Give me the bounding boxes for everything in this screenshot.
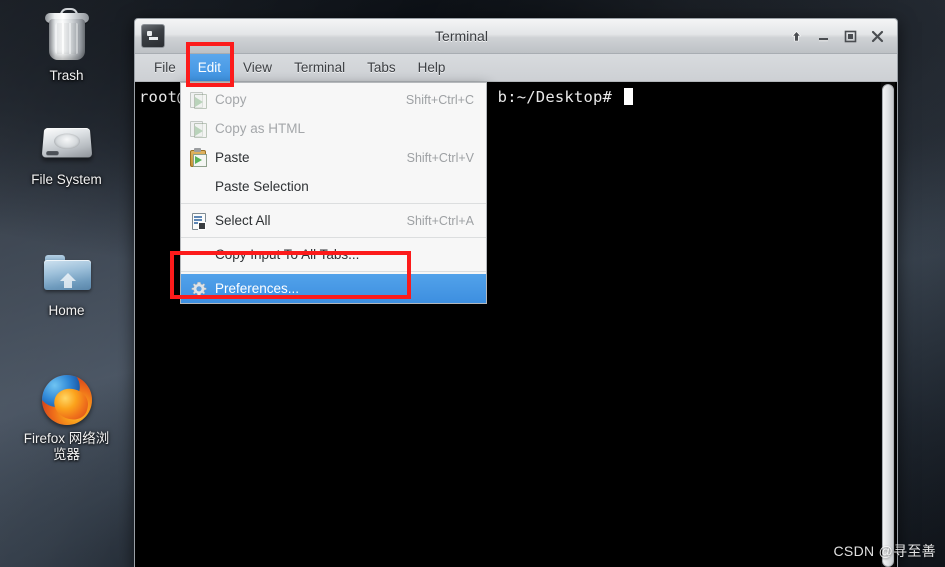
menu-item-select-all[interactable]: Select All Shift+Ctrl+A xyxy=(181,206,486,235)
desktop-icon-label-line2: 览器 xyxy=(53,447,80,462)
terminal-icon xyxy=(141,24,165,48)
terminal-scrollbar[interactable] xyxy=(881,82,895,567)
menu-separator xyxy=(181,203,486,204)
desktop-icon-file-system[interactable]: File System xyxy=(4,110,129,188)
select-all-icon xyxy=(190,212,207,230)
minimize-button[interactable] xyxy=(815,28,832,45)
menu-item-label: Copy Input To All Tabs... xyxy=(215,247,360,262)
desktop-icon-label: Trash xyxy=(49,68,84,83)
menu-separator xyxy=(181,237,486,238)
edit-dropdown-menu: Copy Shift+Ctrl+C Copy as HTML Paste Shi… xyxy=(180,82,487,304)
menu-file[interactable]: File xyxy=(143,54,187,81)
no-icon-spacer xyxy=(190,178,207,195)
window-titlebar[interactable]: Terminal xyxy=(135,19,897,54)
menu-item-label: Copy as HTML xyxy=(215,121,306,136)
menu-item-accel: Shift+Ctrl+V xyxy=(406,150,474,165)
gear-icon xyxy=(190,280,207,297)
paste-icon xyxy=(190,148,207,167)
menu-item-label: Paste Selection xyxy=(215,179,309,194)
menu-item-label: Paste xyxy=(215,150,250,165)
desktop-icon-area: Trash File System Home Firefox 网络浏 览器 xyxy=(0,0,135,567)
firefox-icon xyxy=(38,369,96,427)
menu-item-accel: Shift+Ctrl+A xyxy=(406,213,474,228)
menu-separator xyxy=(181,271,486,272)
terminal-cursor xyxy=(623,88,633,105)
watermark: CSDN @寻至善 xyxy=(833,543,936,559)
menu-item-label: Copy xyxy=(215,92,247,107)
prompt-suffix: b:~/Desktop# xyxy=(497,88,622,106)
maximize-button[interactable] xyxy=(842,28,859,45)
menu-help[interactable]: Help xyxy=(407,54,457,81)
menu-item-copy[interactable]: Copy Shift+Ctrl+C xyxy=(181,85,486,114)
menu-tabs[interactable]: Tabs xyxy=(356,54,407,81)
desktop-icon-home[interactable]: Home xyxy=(4,241,129,319)
menu-item-accel: Shift+Ctrl+C xyxy=(405,92,474,107)
desktop-icon-trash[interactable]: Trash xyxy=(4,6,129,84)
window-controls xyxy=(788,28,886,45)
desktop-screen: Trash File System Home Firefox 网络浏 览器 Te… xyxy=(0,0,945,567)
trash-icon xyxy=(38,6,96,64)
desktop-icon-label-line1: Firefox 网络浏 xyxy=(23,431,110,446)
harddisk-icon xyxy=(38,110,96,168)
no-icon-spacer xyxy=(190,246,207,263)
menu-item-label: Select All xyxy=(215,213,271,228)
close-button[interactable] xyxy=(869,28,886,45)
copy-icon xyxy=(190,120,207,138)
desktop-icon-label: File System xyxy=(31,172,102,187)
menu-view[interactable]: View xyxy=(232,54,283,81)
folder-home-icon xyxy=(38,241,96,299)
shade-button[interactable] xyxy=(788,28,805,45)
menu-item-label: Preferences... xyxy=(215,281,300,296)
copy-icon xyxy=(190,91,207,109)
terminal-menubar: File Edit View Terminal Tabs Help xyxy=(135,54,897,82)
menu-item-copy-as-html[interactable]: Copy as HTML xyxy=(181,114,486,143)
window-title: Terminal xyxy=(435,28,488,44)
menu-item-copy-input-to-all-tabs[interactable]: Copy Input To All Tabs... xyxy=(181,240,486,269)
desktop-icon-label: Home xyxy=(48,303,85,318)
menu-item-paste-selection[interactable]: Paste Selection xyxy=(181,172,486,201)
menu-item-paste[interactable]: Paste Shift+Ctrl+V xyxy=(181,143,486,172)
menu-terminal[interactable]: Terminal xyxy=(283,54,356,81)
scrollbar-thumb[interactable] xyxy=(882,84,894,567)
menu-edit[interactable]: Edit xyxy=(186,54,233,81)
desktop-icon-firefox[interactable]: Firefox 网络浏 览器 xyxy=(4,369,129,463)
menu-item-preferences[interactable]: Preferences... xyxy=(181,274,486,303)
